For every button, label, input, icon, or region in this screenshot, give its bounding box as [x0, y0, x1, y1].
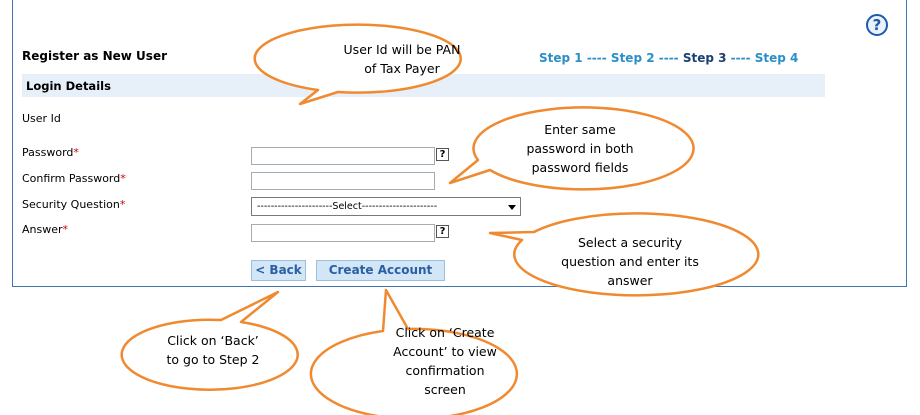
callout-security-text: Select a security question and enter its… [515, 233, 745, 290]
callout-security-line: Select a security question and enter its… [561, 235, 699, 288]
callout-password-text: Enter same password in both password fie… [480, 120, 680, 177]
callout-pan-line: User Id will be PAN of Tax Payer [343, 42, 461, 76]
callout-pan-text: User Id will be PAN of Tax Payer [302, 40, 502, 78]
callout-password-line: Enter same password in both password fie… [526, 122, 634, 175]
callout-create-line: Click on ‘Create Account’ to view confir… [393, 325, 497, 397]
callout-create-text: Click on ‘Create Account’ to view confir… [345, 323, 545, 399]
callout-back-text: Click on ‘Back’ to go to Step 2 [128, 331, 298, 369]
callout-back-line: Click on ‘Back’ to go to Step 2 [166, 333, 260, 367]
